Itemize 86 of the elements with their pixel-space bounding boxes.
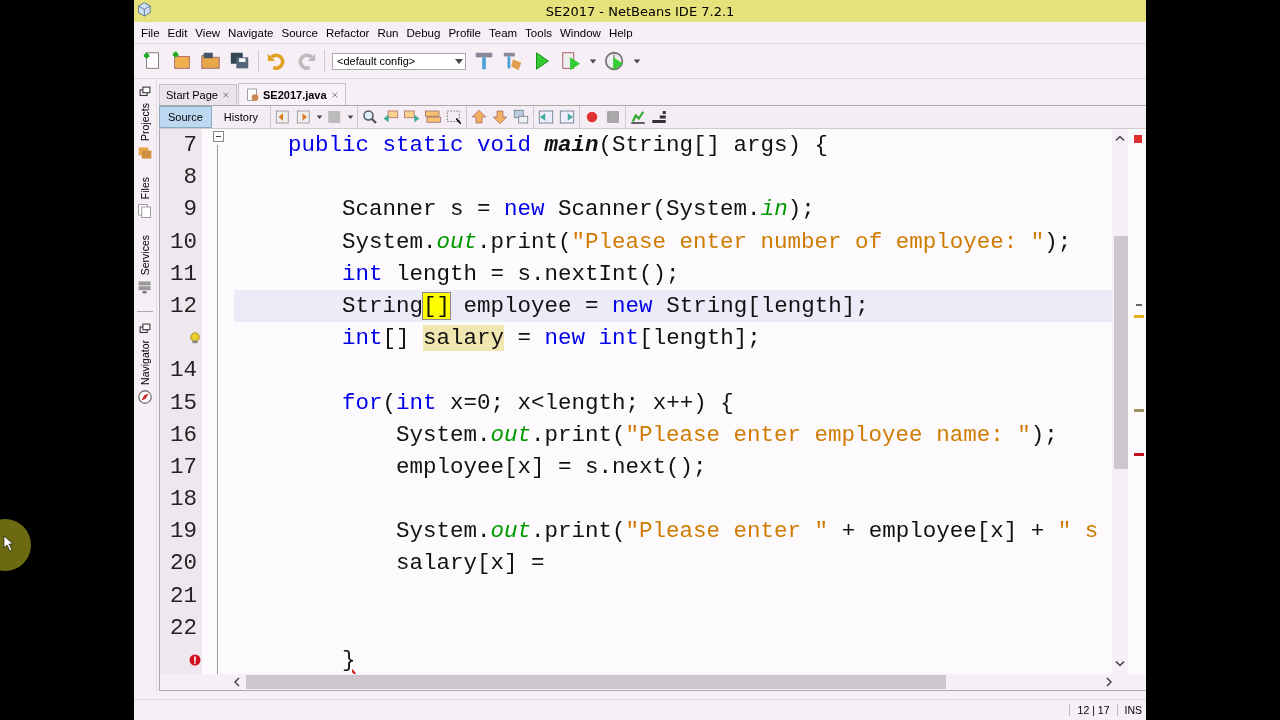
restore-icon[interactable] xyxy=(138,85,152,99)
menu-item[interactable]: File xyxy=(137,26,164,39)
code-line: employee[x] = s.next(); xyxy=(395,453,707,480)
code-line: int length = s.nextInt(); xyxy=(341,260,680,287)
code-line: } xyxy=(341,647,356,673)
menu-item[interactable]: Tools xyxy=(521,26,556,39)
menu-item[interactable]: Edit xyxy=(163,26,192,39)
menu-item[interactable]: Window xyxy=(555,26,605,39)
view-tab[interactable]: Source xyxy=(159,106,212,128)
menu-item[interactable]: Refactor xyxy=(321,26,374,39)
caret-marker[interactable] xyxy=(1136,304,1142,306)
menu-item[interactable]: Navigate xyxy=(224,26,278,39)
code-line: Scanner s = new Scanner(System.in); xyxy=(341,196,815,223)
menu-item[interactable]: Profile xyxy=(444,26,485,39)
config-dropdown[interactable]: <default config> xyxy=(332,52,466,70)
line-number: 7 xyxy=(183,132,197,158)
menu-item[interactable]: Debug xyxy=(402,26,445,39)
bulb-icon[interactable] xyxy=(189,332,201,345)
vertical-scrollbar[interactable] xyxy=(1112,129,1128,674)
debug-icon[interactable] xyxy=(560,50,582,72)
menu-item[interactable]: Help xyxy=(604,26,637,39)
line-number: 20 xyxy=(170,550,197,577)
window-title: SE2017 - NetBeans IDE 7.2.1 xyxy=(545,3,735,19)
broom-hammer-icon[interactable] xyxy=(502,50,524,72)
line-number: 19 xyxy=(170,518,197,545)
line-number: 11 xyxy=(170,260,197,287)
fold-minus-icon[interactable] xyxy=(212,131,224,142)
hammer-icon[interactable] xyxy=(473,50,495,72)
line-number: 12 xyxy=(170,292,197,319)
java-file-icon xyxy=(245,86,261,103)
side-panel-tab[interactable]: Projects xyxy=(139,103,151,141)
line-number: 14 xyxy=(170,357,197,384)
shift-left-icon[interactable] xyxy=(537,108,556,126)
scroll-up-icon[interactable] xyxy=(1115,136,1125,142)
editor-tab[interactable]: Start Page xyxy=(159,84,237,105)
caret-down-icon xyxy=(455,58,463,64)
down-icon[interactable] xyxy=(491,108,510,126)
compass-icon xyxy=(137,389,153,406)
clock-play-icon[interactable] xyxy=(604,50,626,72)
new-project-icon[interactable] xyxy=(171,50,193,72)
error-marker[interactable] xyxy=(1134,453,1144,456)
menu-item[interactable]: Source xyxy=(277,26,322,39)
files-icon xyxy=(137,203,153,220)
warning-marker[interactable] xyxy=(1134,315,1144,318)
line-number: 22 xyxy=(170,614,197,641)
editor-tab[interactable]: SE2017.java xyxy=(238,83,346,105)
scroll-right-icon[interactable] xyxy=(1106,677,1112,687)
bookmark-icon[interactable] xyxy=(512,108,531,126)
line-number: 10 xyxy=(170,228,197,255)
side-panel-tab[interactable]: Services xyxy=(139,235,151,276)
server-icon xyxy=(137,279,153,296)
scroll-down-icon[interactable] xyxy=(1115,661,1125,667)
code-line: System.out.print("Please enter employee name: "); xyxy=(395,421,1058,448)
horizontal-scrollbar[interactable] xyxy=(159,674,1146,691)
menu-item[interactable]: Run xyxy=(373,26,403,39)
code-line: String[] employee = new String[length]; xyxy=(341,292,869,319)
code-line: for(int x=0; x<length; x++) { xyxy=(341,389,734,416)
code-line: System.out.print("Please enter number of employee: "); xyxy=(341,228,1072,255)
highlight-toggle-icon[interactable] xyxy=(424,108,443,126)
error-icon[interactable] xyxy=(189,654,201,666)
code-line: System.out.print("Please enter " + employee[x] + " s xyxy=(395,518,1099,545)
view-tab[interactable]: History xyxy=(214,106,268,128)
caret-position-label: 12 | 17 xyxy=(1068,704,1118,716)
line-number: 9 xyxy=(183,196,197,223)
side-panel-tab[interactable]: Navigator xyxy=(139,340,151,386)
side-panel-tab[interactable]: Files xyxy=(139,176,151,200)
bars-icon[interactable] xyxy=(650,108,669,126)
line-number: 18 xyxy=(170,486,197,513)
code-line: public static void main(String[] args) { xyxy=(287,132,829,158)
menu-item[interactable]: View xyxy=(191,26,225,39)
line-number: 8 xyxy=(183,164,197,191)
up-icon[interactable] xyxy=(470,108,489,126)
line-number: 15 xyxy=(170,389,197,416)
line-number: 17 xyxy=(170,453,197,480)
shift-right-icon[interactable] xyxy=(558,108,577,126)
folders-icon xyxy=(137,144,153,161)
line-number: 21 xyxy=(170,582,197,609)
selection-icon[interactable] xyxy=(445,108,464,126)
chart-icon[interactable] xyxy=(629,108,648,126)
menu-item[interactable]: Team xyxy=(485,26,522,39)
occurrence-marker[interactable] xyxy=(1134,409,1144,412)
code-line: salary[x] = xyxy=(395,550,545,577)
folder-icon[interactable] xyxy=(200,50,222,72)
line-number: 16 xyxy=(170,421,197,448)
code-line: int[] salary = new int[length]; xyxy=(341,325,761,352)
scroll-left-icon[interactable] xyxy=(234,677,240,687)
